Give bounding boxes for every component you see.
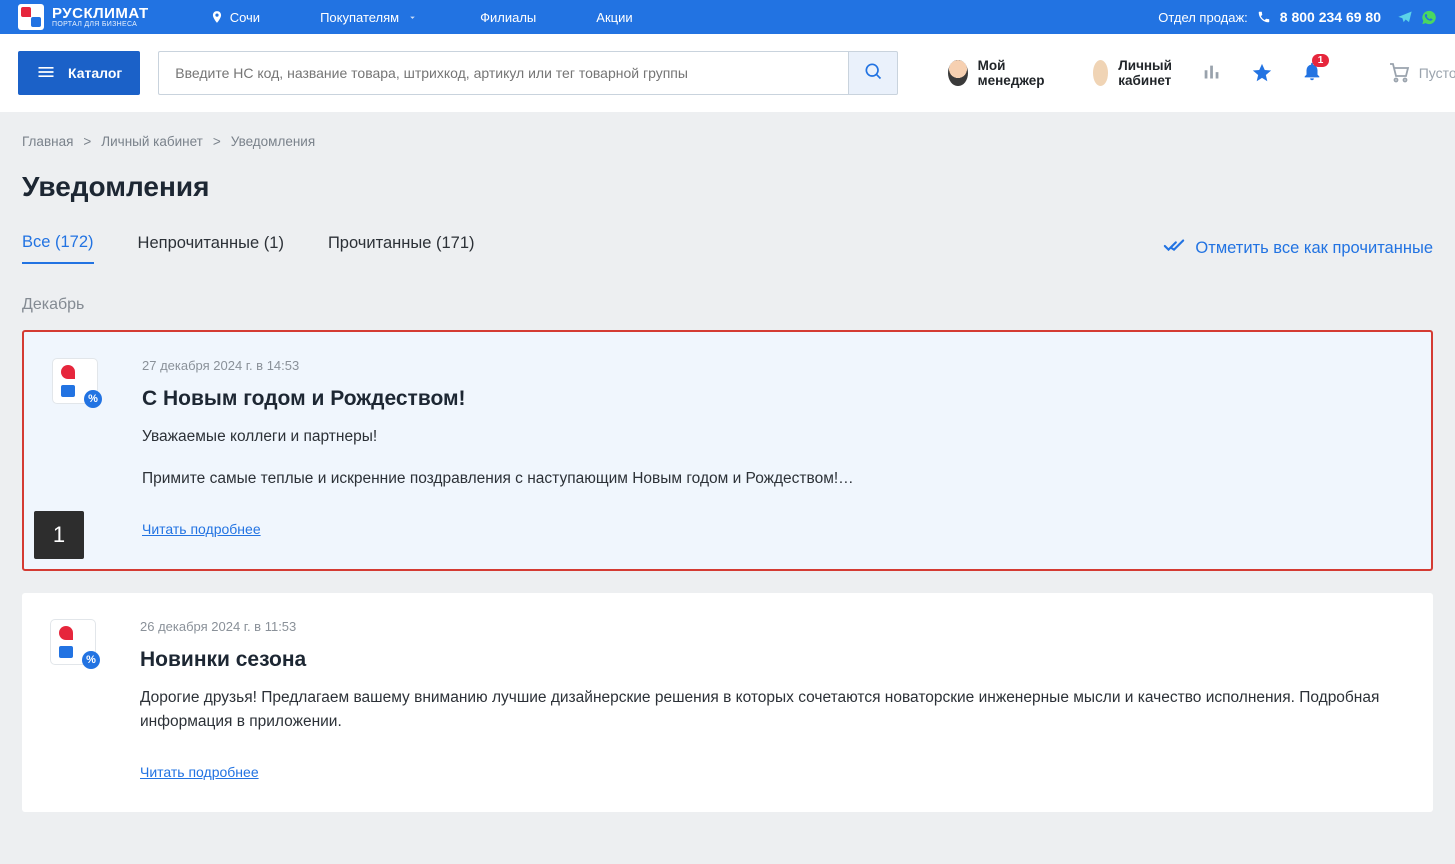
card-body: 27 декабря 2024 г. в 14:53 С Новым годом… [142,358,1403,539]
tab-unread[interactable]: Непрочитанные (1) [138,234,284,263]
header-row: Каталог Мой менеджер Личный кабинет 1 Пу… [0,34,1455,112]
notifications-bell[interactable]: 1 [1301,60,1323,87]
tabs: Все (172) Непрочитанные (1) Прочитанные … [22,233,1433,264]
double-check-icon [1163,235,1185,262]
logo-text: РУСКЛИМАТ ПОРТАЛ ДЛЯ БИЗНЕСА [52,6,149,28]
search-button[interactable] [848,51,898,95]
city-selector[interactable]: Сочи [209,9,260,25]
catalog-button[interactable]: Каталог [18,51,140,95]
logo[interactable]: РУСКЛИМАТ ПОРТАЛ ДЛЯ БИЗНЕСА [18,4,149,30]
account[interactable]: Личный кабинет [1093,58,1183,88]
page-body: Главная > Личный кабинет > Уведомления У… [0,112,1455,864]
nav-buyers[interactable]: Покупателям [320,9,420,25]
bell-badge: 1 [1312,54,1330,67]
breadcrumb: Главная > Личный кабинет > Уведомления [22,134,1433,149]
logo-icon [18,4,44,30]
search-input[interactable] [158,51,848,95]
tab-read[interactable]: Прочитанные (171) [328,234,475,263]
crumb-sep: > [213,134,221,149]
search-icon [863,61,883,86]
tab-all[interactable]: Все (172) [22,233,94,264]
catalog-label: Каталог [68,65,122,81]
nav-promo-label: Акции [596,10,632,25]
nav-promo[interactable]: Акции [596,9,632,25]
favorites-icon[interactable] [1251,62,1273,84]
page-title: Уведомления [22,171,1433,203]
stats-icon[interactable] [1201,62,1223,84]
crumb-account[interactable]: Личный кабинет [101,134,203,149]
nav-branches-label: Филиалы [480,10,536,25]
manager-avatar-icon [948,60,967,86]
phone-icon [1256,9,1272,25]
crumb-current: Уведомления [231,134,315,149]
card-title: Новинки сезона [140,648,1405,672]
card-date: 26 декабря 2024 г. в 11:53 [140,619,1405,634]
account-label: Личный кабинет [1118,58,1182,88]
read-more-link[interactable]: Читать подробнее [140,764,259,780]
percent-badge-icon: % [82,651,100,669]
phone-number[interactable]: 8 800 234 69 80 [1280,9,1381,25]
my-manager[interactable]: Мой менеджер [948,58,1051,88]
card-logo-icon: % [52,358,98,404]
card-text: Дорогие друзья! Предлагаем вашему вниман… [140,686,1405,734]
city-name: Сочи [230,10,260,25]
read-more-link[interactable]: Читать подробнее [142,521,261,537]
cart-icon [1387,60,1411,87]
logo-title: РУСКЛИМАТ [52,6,149,21]
whatsapp-icon[interactable] [1421,9,1437,25]
bell-icon [1301,69,1323,86]
mark-all-label: Отметить все как прочитанные [1195,239,1433,258]
crumb-home[interactable]: Главная [22,134,73,149]
cart[interactable]: Пусто [1387,60,1455,87]
card-body: 26 декабря 2024 г. в 11:53 Новинки сезон… [140,619,1405,782]
cart-label: Пусто [1419,65,1455,81]
topbar: РУСКЛИМАТ ПОРТАЛ ДЛЯ БИЗНЕСА Сочи Покупа… [0,0,1455,34]
card-text: Уважаемые коллеги и партнеры! [142,425,1403,449]
card-date: 27 декабря 2024 г. в 14:53 [142,358,1403,373]
user-avatar-icon [1093,60,1108,86]
sales-label: Отдел продаж: [1158,10,1248,25]
chevron-down-icon [404,9,420,25]
notification-card[interactable]: % 27 декабря 2024 г. в 14:53 С Новым год… [22,330,1433,571]
pin-icon [209,9,225,25]
month-label: Декабрь [22,296,1433,314]
percent-badge-icon: % [84,390,102,408]
crumb-sep: > [83,134,91,149]
logo-subtitle: ПОРТАЛ ДЛЯ БИЗНЕСА [52,21,149,28]
mark-all-read[interactable]: Отметить все как прочитанные [1163,235,1433,262]
card-text: Примите самые теплые и искренние поздрав… [142,467,1403,491]
notification-card[interactable]: % 26 декабря 2024 г. в 11:53 Новинки сез… [22,593,1433,812]
annotation-tag: 1 [34,511,84,559]
manager-label: Мой менеджер [978,58,1051,88]
nav-buyers-label: Покупателям [320,10,399,25]
search [158,51,898,95]
nav-branches[interactable]: Филиалы [480,9,536,25]
sales-contact: Отдел продаж: 8 800 234 69 80 [1158,9,1437,25]
top-nav: Сочи Покупателям Филиалы Акции [209,9,633,25]
hamburger-icon [36,62,56,85]
telegram-icon[interactable] [1397,9,1413,25]
card-title: С Новым годом и Рождеством! [142,387,1403,411]
card-logo-icon: % [50,619,96,665]
